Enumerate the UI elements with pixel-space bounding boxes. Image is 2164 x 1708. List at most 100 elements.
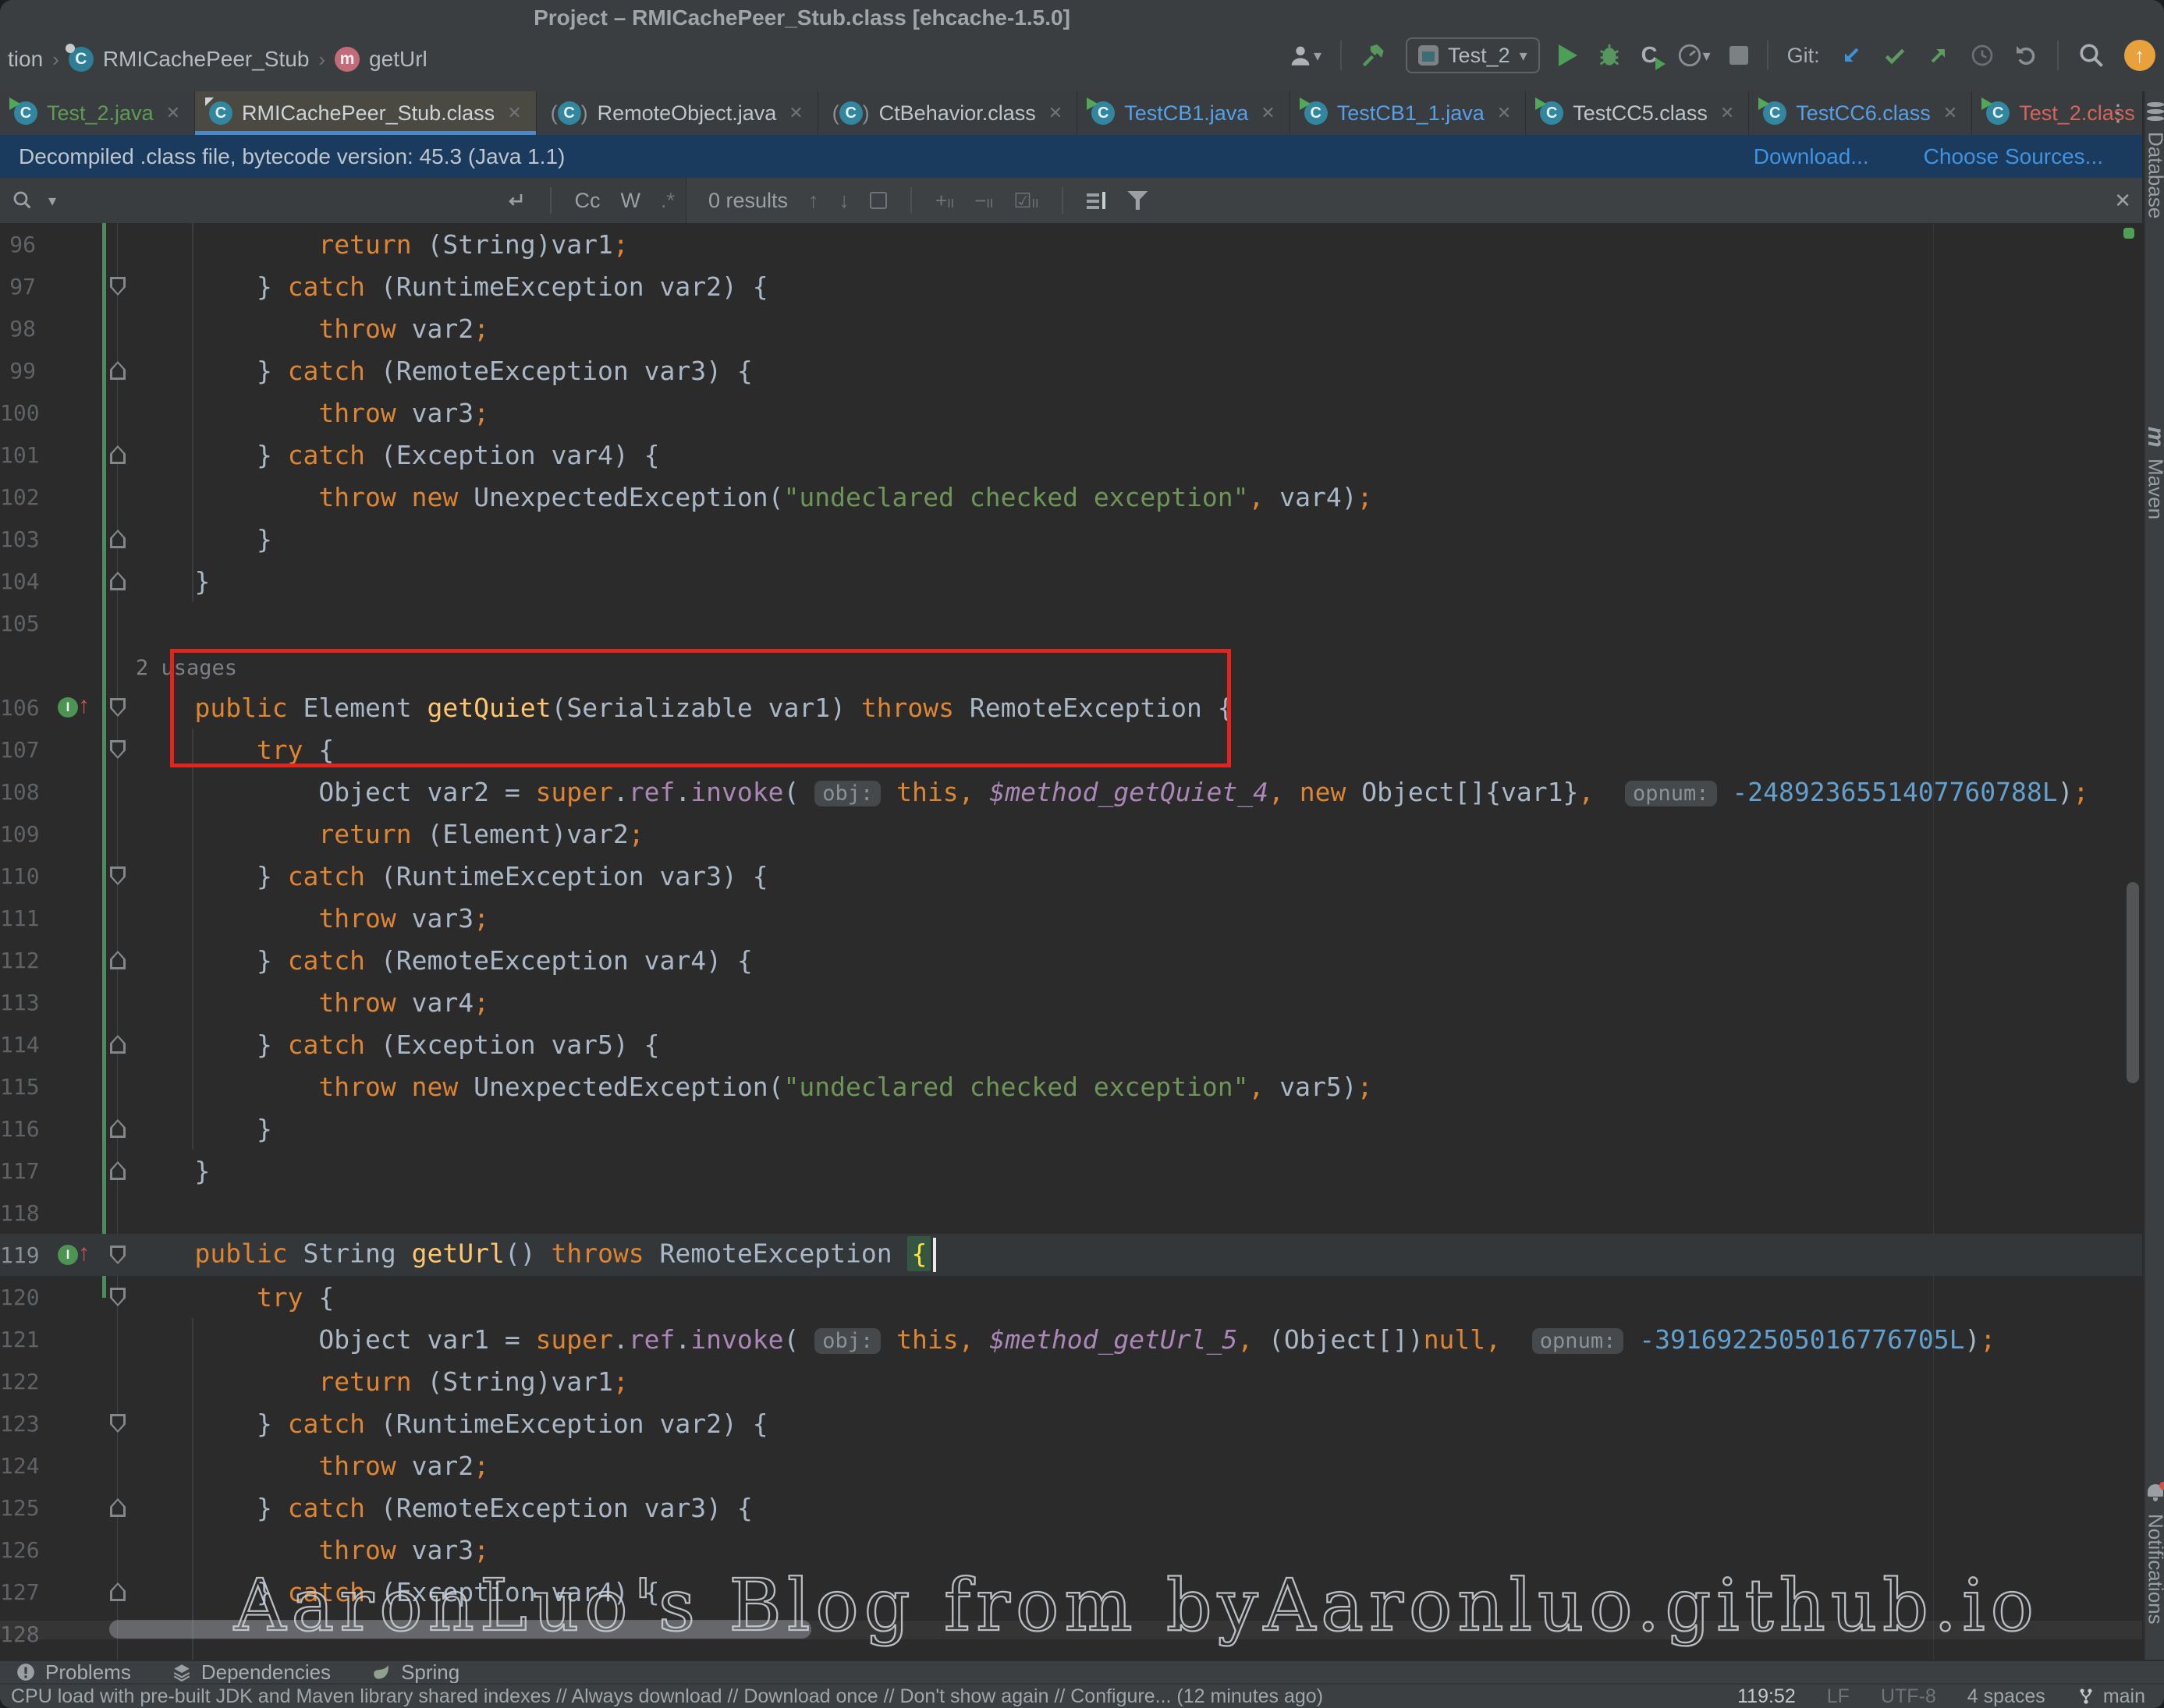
git-update-icon[interactable] (1839, 43, 1864, 68)
toolbar-separator (1340, 41, 1342, 70)
fold-region-end-icon[interactable] (110, 361, 126, 380)
tab-close-icon[interactable]: ✕ (166, 103, 180, 123)
close-find-icon[interactable]: ✕ (2114, 189, 2131, 213)
implementing-method-icon[interactable]: I (58, 697, 78, 718)
gutter: I↑ (41, 686, 103, 728)
tool-button-spring[interactable]: Spring (371, 1660, 459, 1685)
select-occurrences-icon[interactable]: ☑II (1013, 189, 1038, 213)
search-input[interactable]: ▾ Cc W .* (0, 178, 686, 223)
tab-TestCB1.java[interactable]: CTestCB1.java✕ (1077, 91, 1290, 135)
tab-Test_2.java[interactable]: CTest_2.java✕ (0, 91, 195, 135)
gutter (41, 392, 103, 434)
tab-bar: CTest_2.java✕CRMICachePeer_Stub.class✕(C… (0, 91, 2142, 135)
fold-region-start-icon[interactable] (110, 277, 126, 296)
code-text: } catch (Exception var4) { (133, 440, 660, 470)
caret-position[interactable]: 119:52 (1737, 1685, 1796, 1708)
breadcrumb-class[interactable]: RMICachePeer_Stub (103, 47, 310, 72)
tab-TestCB1_1.java[interactable]: CTestCB1_1.java✕ (1290, 91, 1527, 135)
remove-occurrence-icon[interactable]: −II (974, 189, 993, 213)
fold-region-end-icon[interactable] (110, 1498, 126, 1517)
tool-button-maven[interactable]: m Maven (2145, 427, 2164, 519)
next-occurrence-icon[interactable]: ↓ (839, 189, 850, 213)
fold-region-start-icon[interactable] (110, 698, 126, 717)
tab-TestCC5.class[interactable]: CTestCC5.class✕ (1526, 91, 1749, 135)
tab-CtBehavior.class[interactable]: (C)CtBehavior.class✕ (818, 91, 1078, 135)
tab-RemoteObject.java[interactable]: (C)RemoteObject.java✕ (537, 91, 818, 135)
fold-region-start-icon[interactable] (110, 740, 126, 759)
git-branch-widget[interactable]: main (2077, 1685, 2145, 1708)
toolbar-separator (2057, 41, 2059, 70)
line-number: 114 (0, 1032, 41, 1058)
filter-icon[interactable] (1127, 191, 1148, 210)
tab-close-icon[interactable]: ✕ (1720, 103, 1734, 123)
tool-button-dependencies[interactable]: Dependencies (172, 1660, 331, 1685)
profiler-icon[interactable]: ▾ (1676, 42, 1711, 69)
tab-close-icon[interactable]: ✕ (789, 103, 803, 123)
fold-region-end-icon[interactable] (110, 1119, 126, 1138)
rollback-icon[interactable] (2013, 43, 2038, 68)
git-push-icon[interactable] (1926, 43, 1951, 68)
select-all-occurrences-icon[interactable] (870, 192, 887, 209)
inspection-ok-indicator[interactable] (2123, 228, 2134, 239)
encoding-indicator[interactable]: UTF-8 (1881, 1685, 1936, 1708)
breadcrumb-method[interactable]: getUrl (369, 47, 427, 72)
vertical-scrollbar[interactable] (2127, 882, 2139, 1083)
fold-region-start-icon[interactable] (110, 1288, 126, 1306)
fold-region-end-icon[interactable] (110, 1161, 126, 1180)
fold-region-end-icon[interactable] (110, 572, 126, 590)
fold-region-end-icon[interactable] (110, 1035, 126, 1054)
stop-button[interactable] (1729, 46, 1748, 65)
overrides-arrow-icon[interactable]: ↑ (78, 1240, 90, 1267)
more-tabs-icon[interactable]: ⋮ (2106, 100, 2130, 127)
view-options-icon[interactable] (1087, 192, 1107, 209)
user-account-icon[interactable]: ▾ (1287, 42, 1321, 69)
breadcrumb-package[interactable]: tion (8, 47, 43, 72)
line-separator-indicator[interactable]: LF (1827, 1685, 1850, 1708)
code-editor[interactable]: 96 return (String)var1;97 } catch (Runti… (0, 223, 2142, 1660)
prev-occurrence-icon[interactable]: ↑ (808, 189, 819, 213)
run-button[interactable] (1559, 44, 1577, 66)
fold-region-end-icon[interactable] (110, 1582, 126, 1601)
search-everywhere-icon[interactable] (2077, 41, 2105, 69)
fold-region-end-icon[interactable] (110, 951, 126, 969)
tab-close-icon[interactable]: ✕ (1048, 103, 1062, 123)
regex-toggle[interactable]: .* (661, 189, 675, 213)
tab-label: CtBehavior.class (879, 101, 1036, 126)
download-link[interactable]: Download... (1754, 144, 1869, 169)
fold-region-start-icon[interactable] (110, 1414, 126, 1433)
run-config-select[interactable]: Test_2 ▾ (1406, 37, 1540, 73)
tab-close-icon[interactable]: ✕ (507, 103, 521, 123)
line-number: 101 (0, 442, 41, 468)
ide-update-icon[interactable]: ↑ (2124, 40, 2155, 71)
tab-close-icon[interactable]: ✕ (1943, 103, 1957, 123)
tab-TestCC6.class[interactable]: CTestCC6.class✕ (1749, 91, 1972, 135)
add-occurrence-icon[interactable]: +II (935, 189, 954, 213)
tab-Test_2.class[interactable]: CTest_2.class✕ (1972, 91, 2164, 135)
fold-region-start-icon[interactable] (110, 1246, 126, 1264)
tab-RMICachePeer_Stub.class[interactable]: CRMICachePeer_Stub.class✕ (195, 91, 537, 135)
match-case-toggle[interactable]: Cc (575, 189, 601, 213)
indent-indicator[interactable]: 4 spaces (1967, 1685, 2045, 1708)
fold-region-start-icon[interactable] (110, 866, 126, 885)
history-clock-icon[interactable] (1970, 43, 1995, 68)
run-marker-icon (1758, 97, 1769, 110)
choose-sources-link[interactable]: Choose Sources... (1924, 144, 2103, 169)
fold-region-end-icon[interactable] (110, 445, 126, 464)
line-number: 100 (0, 400, 41, 426)
words-toggle[interactable]: W (621, 189, 640, 213)
build-hammer-icon[interactable] (1360, 42, 1387, 69)
implementing-method-icon[interactable]: I (58, 1245, 78, 1265)
overrides-arrow-icon[interactable]: ↑ (78, 693, 90, 719)
tab-close-icon[interactable]: ✕ (1261, 103, 1275, 123)
code-line-110: 110 } catch (RuntimeException var3) { (0, 855, 2142, 897)
debug-bug-icon[interactable] (1596, 42, 1623, 69)
tool-button-database[interactable]: Database (2145, 102, 2164, 218)
newline-icon[interactable] (505, 190, 527, 211)
git-commit-check-icon[interactable] (1882, 43, 1907, 68)
tab-close-icon[interactable]: ✕ (1497, 103, 1511, 123)
status-message[interactable]: CPU load with pre-built JDK and Maven li… (11, 1685, 1323, 1708)
run-with-coverage-icon[interactable]: C (1641, 43, 1658, 69)
search-history-dropdown-icon[interactable]: ▾ (48, 191, 56, 211)
tool-button-problems[interactable]: Problems (16, 1660, 131, 1685)
fold-region-end-icon[interactable] (110, 530, 126, 548)
